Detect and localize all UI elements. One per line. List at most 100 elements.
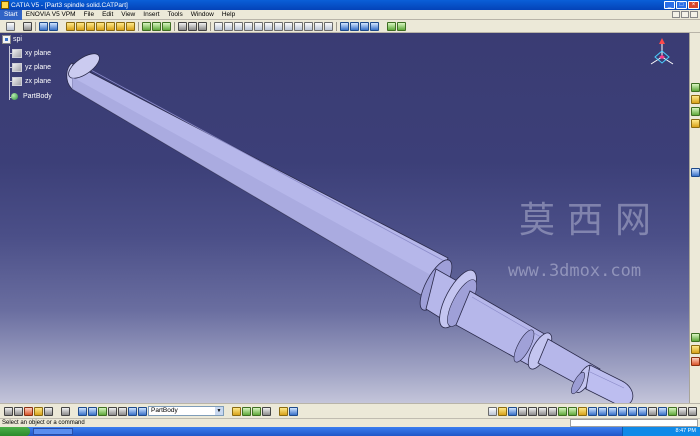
thickness-icon[interactable] xyxy=(118,406,127,416)
pan-icon[interactable] xyxy=(14,406,23,416)
groove-icon[interactable] xyxy=(76,21,85,31)
command-input[interactable] xyxy=(570,419,698,427)
rib-icon[interactable] xyxy=(96,21,105,31)
isometric-view-icon[interactable] xyxy=(658,406,667,416)
pocket-icon[interactable] xyxy=(49,21,58,31)
constraint-icon[interactable] xyxy=(314,21,323,31)
pocket-tool-icon[interactable] xyxy=(691,95,700,104)
plane-icon[interactable] xyxy=(198,21,207,31)
menu-insert[interactable]: Insert xyxy=(139,10,163,20)
zoom-out-icon[interactable] xyxy=(628,406,637,416)
axis-icon[interactable] xyxy=(264,21,273,31)
tree-item-zx-plane[interactable]: zx plane xyxy=(12,77,51,86)
line-icon[interactable] xyxy=(188,21,197,31)
close-button[interactable]: × xyxy=(688,1,699,9)
split-icon[interactable] xyxy=(108,406,117,416)
measure-icon[interactable] xyxy=(340,21,349,31)
construction-icon[interactable] xyxy=(370,21,379,31)
corner-icon[interactable] xyxy=(274,21,283,31)
profile-icon[interactable] xyxy=(214,21,223,31)
mirror-tool-icon[interactable] xyxy=(691,345,700,354)
point-icon[interactable] xyxy=(178,21,187,31)
rotate-icon[interactable] xyxy=(608,406,617,416)
menu-view[interactable]: View xyxy=(117,10,139,20)
shaft-icon[interactable] xyxy=(66,21,75,31)
hide-show-icon[interactable] xyxy=(678,406,687,416)
insert-body-icon[interactable] xyxy=(232,406,241,416)
normal-view-icon[interactable] xyxy=(638,406,647,416)
catalog-icon[interactable] xyxy=(44,406,53,416)
circle-icon[interactable] xyxy=(234,21,243,31)
dimension-icon[interactable] xyxy=(324,21,333,31)
paste-icon[interactable] xyxy=(548,406,557,416)
surface-icon[interactable] xyxy=(128,406,137,416)
new-icon[interactable] xyxy=(488,406,497,416)
menu-file[interactable]: File xyxy=(80,10,98,20)
grid-icon[interactable] xyxy=(350,21,359,31)
exit-workbench-icon[interactable] xyxy=(23,21,32,31)
scan-icon[interactable] xyxy=(61,406,70,416)
shaft-tool-icon[interactable] xyxy=(691,107,700,116)
define-work-object-icon[interactable] xyxy=(138,406,147,416)
loft-icon[interactable] xyxy=(126,21,135,31)
body-select[interactable]: PartBody ▼ xyxy=(148,406,224,416)
save-icon[interactable] xyxy=(508,406,517,416)
whats-this-icon[interactable] xyxy=(578,406,587,416)
measure-item-icon[interactable] xyxy=(88,406,97,416)
sketch-icon[interactable] xyxy=(6,21,15,31)
menu-edit[interactable]: Edit xyxy=(98,10,117,20)
zoom-in-icon[interactable] xyxy=(618,406,627,416)
multi-view-icon[interactable] xyxy=(648,406,657,416)
remove-icon[interactable] xyxy=(262,406,271,416)
menu-tools[interactable]: Tools xyxy=(164,10,187,20)
chamfer-icon[interactable] xyxy=(152,21,161,31)
tree-item-partbody[interactable]: PartBody xyxy=(10,92,52,101)
doc-close-button[interactable] xyxy=(690,11,698,18)
chevron-down-icon[interactable]: ▼ xyxy=(215,407,223,415)
tree-item-xy-plane[interactable]: xy plane xyxy=(12,49,51,58)
pan-view-icon[interactable] xyxy=(598,406,607,416)
formula-icon[interactable] xyxy=(34,406,43,416)
taskbar-catia-button[interactable] xyxy=(33,428,73,435)
copy-icon[interactable] xyxy=(538,406,547,416)
shading-icon[interactable] xyxy=(668,406,677,416)
pad-icon[interactable] xyxy=(39,21,48,31)
redo-icon[interactable] xyxy=(568,406,577,416)
slot-icon[interactable] xyxy=(106,21,115,31)
fillet-icon[interactable] xyxy=(142,21,151,31)
pad-tool-icon[interactable] xyxy=(691,83,700,92)
undo-icon[interactable] xyxy=(558,406,567,416)
groove-tool-icon[interactable] xyxy=(691,119,700,128)
add-icon[interactable] xyxy=(252,406,261,416)
minimize-button[interactable]: _ xyxy=(664,1,675,9)
snap-icon[interactable] xyxy=(360,21,369,31)
rectangle-icon[interactable] xyxy=(224,21,233,31)
tree-root[interactable]: spi xyxy=(2,35,22,44)
cut-icon[interactable] xyxy=(528,406,537,416)
trim-icon[interactable] xyxy=(284,21,293,31)
conic-icon[interactable] xyxy=(254,21,263,31)
tree-item-yz-plane[interactable]: yz plane xyxy=(12,63,51,72)
menu-window[interactable]: Window xyxy=(187,10,218,20)
measure-between-icon[interactable] xyxy=(78,406,87,416)
stiffener-icon[interactable] xyxy=(116,21,125,31)
menu-help[interactable]: Help xyxy=(218,10,239,20)
hole-icon[interactable] xyxy=(86,21,95,31)
catia-app-icon[interactable] xyxy=(1,1,9,9)
apply-material-bottom-icon[interactable] xyxy=(98,406,107,416)
title-bar[interactable]: CATIA V5 - [Part3 spindle solid.CATPart]… xyxy=(0,0,700,10)
menu-start[interactable]: Start xyxy=(0,9,22,20)
assemble-icon[interactable] xyxy=(242,406,251,416)
compass-icon[interactable] xyxy=(647,37,677,71)
apply-material-icon[interactable] xyxy=(387,21,396,31)
fit-all-icon[interactable] xyxy=(588,406,597,416)
menu-enovia[interactable]: ENOVIA V5 VPM xyxy=(22,10,80,20)
start-button[interactable] xyxy=(0,427,30,436)
draft-icon[interactable] xyxy=(162,21,171,31)
doc-restore-button[interactable] xyxy=(681,11,689,18)
project-icon[interactable] xyxy=(304,21,313,31)
print-icon[interactable] xyxy=(518,406,527,416)
doc-minimize-button[interactable] xyxy=(672,11,680,18)
swap-visible-icon[interactable] xyxy=(688,406,697,416)
render-icon[interactable] xyxy=(397,21,406,31)
